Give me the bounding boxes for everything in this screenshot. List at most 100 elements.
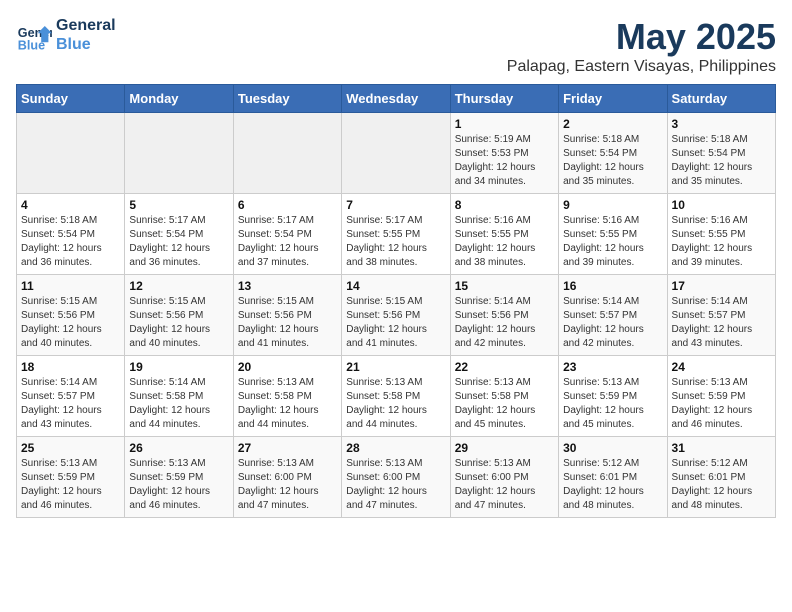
day-cell: 9 Sunrise: 5:16 AMSunset: 5:55 PMDaylight… xyxy=(559,194,667,275)
day-info: Sunrise: 5:12 AMSunset: 6:01 PMDaylight:… xyxy=(563,457,662,513)
day-cell: 10Sunrise: 5:16 AMSunset: 5:55 PMDayligh… xyxy=(667,194,775,275)
week-row-5: 25 Sunrise: 5:13 AMSunset: 5:59 PMDayligh… xyxy=(17,437,776,518)
day-info: Sunrise: 5:13 AMSunset: 5:59 PMDaylight:… xyxy=(672,376,771,432)
day-number: 6 xyxy=(238,198,337,212)
day-cell: 31 Sunrise: 5:12 AMSunset: 6:01 PMDayligh… xyxy=(667,437,775,518)
day-cell: 17 Sunrise: 5:14 AMSunset: 5:57 PMDayligh… xyxy=(667,275,775,356)
day-number: 2 xyxy=(563,117,662,131)
day-cell: 28 Sunrise: 5:13 AMSunset: 6:00 PMDayligh… xyxy=(342,437,450,518)
day-cell: 16 Sunrise: 5:14 AMSunset: 5:57 PMDayligh… xyxy=(559,275,667,356)
day-info: Sunrise: 5:14 AMSunset: 5:57 PMDaylight:… xyxy=(672,295,771,351)
day-info: Sunrise: 5:13 AMSunset: 5:58 PMDaylight:… xyxy=(455,376,554,432)
day-number: 25 xyxy=(21,441,120,455)
day-info: Sunrise: 5:14 AMSunset: 5:57 PMDaylight:… xyxy=(563,295,662,351)
day-info: Sunrise: 5:18 AMSunset: 5:54 PMDaylight:… xyxy=(563,133,662,189)
header: General Blue General Blue May 2025 Palap… xyxy=(16,16,776,76)
day-number: 21 xyxy=(346,360,445,374)
day-number: 9 xyxy=(563,198,662,212)
day-info: Sunrise: 5:16 AMSunset: 5:55 PMDaylight:… xyxy=(455,214,554,270)
weekday-header-wednesday: Wednesday xyxy=(342,85,450,113)
day-number: 14 xyxy=(346,279,445,293)
day-info: Sunrise: 5:17 AMSunset: 5:54 PMDaylight:… xyxy=(238,214,337,270)
day-info: Sunrise: 5:14 AMSunset: 5:57 PMDaylight:… xyxy=(21,376,120,432)
day-cell: 12Sunrise: 5:15 AMSunset: 5:56 PMDayligh… xyxy=(125,275,233,356)
day-number: 4 xyxy=(21,198,120,212)
day-cell: 4 Sunrise: 5:18 AMSunset: 5:54 PMDaylight… xyxy=(17,194,125,275)
day-info: Sunrise: 5:13 AMSunset: 6:00 PMDaylight:… xyxy=(455,457,554,513)
day-info: Sunrise: 5:14 AMSunset: 5:58 PMDaylight:… xyxy=(129,376,228,432)
svg-text:Blue: Blue xyxy=(18,39,45,53)
day-info: Sunrise: 5:16 AMSunset: 5:55 PMDaylight:… xyxy=(563,214,662,270)
day-number: 19 xyxy=(129,360,228,374)
week-row-1: 1 Sunrise: 5:19 AMSunset: 5:53 PMDaylight… xyxy=(17,113,776,194)
day-info: Sunrise: 5:13 AMSunset: 6:00 PMDaylight:… xyxy=(238,457,337,513)
day-info: Sunrise: 5:19 AMSunset: 5:53 PMDaylight:… xyxy=(455,133,554,189)
day-cell xyxy=(233,113,341,194)
day-number: 13 xyxy=(238,279,337,293)
week-row-4: 18 Sunrise: 5:14 AMSunset: 5:57 PMDayligh… xyxy=(17,356,776,437)
day-number: 23 xyxy=(563,360,662,374)
day-cell xyxy=(125,113,233,194)
day-number: 31 xyxy=(672,441,771,455)
day-info: Sunrise: 5:13 AMSunset: 5:58 PMDaylight:… xyxy=(238,376,337,432)
day-cell: 11Sunrise: 5:15 AMSunset: 5:56 PMDayligh… xyxy=(17,275,125,356)
day-cell xyxy=(342,113,450,194)
day-cell: 15 Sunrise: 5:14 AMSunset: 5:56 PMDayligh… xyxy=(450,275,558,356)
day-cell: 24Sunrise: 5:13 AMSunset: 5:59 PMDayligh… xyxy=(667,356,775,437)
day-cell: 20 Sunrise: 5:13 AMSunset: 5:58 PMDayligh… xyxy=(233,356,341,437)
day-number: 8 xyxy=(455,198,554,212)
day-info: Sunrise: 5:14 AMSunset: 5:56 PMDaylight:… xyxy=(455,295,554,351)
day-number: 20 xyxy=(238,360,337,374)
day-cell: 30Sunrise: 5:12 AMSunset: 6:01 PMDayligh… xyxy=(559,437,667,518)
day-info: Sunrise: 5:13 AMSunset: 5:59 PMDaylight:… xyxy=(129,457,228,513)
day-info: Sunrise: 5:15 AMSunset: 5:56 PMDaylight:… xyxy=(129,295,228,351)
day-number: 16 xyxy=(563,279,662,293)
weekday-header-friday: Friday xyxy=(559,85,667,113)
day-number: 27 xyxy=(238,441,337,455)
day-number: 5 xyxy=(129,198,228,212)
page-title: May 2025 xyxy=(507,16,776,58)
logo-line2: Blue xyxy=(56,35,116,54)
day-number: 22 xyxy=(455,360,554,374)
day-cell: 14 Sunrise: 5:15 AMSunset: 5:56 PMDayligh… xyxy=(342,275,450,356)
day-cell: 22 Sunrise: 5:13 AMSunset: 5:58 PMDayligh… xyxy=(450,356,558,437)
day-cell: 2 Sunrise: 5:18 AMSunset: 5:54 PMDaylight… xyxy=(559,113,667,194)
day-info: Sunrise: 5:17 AMSunset: 5:54 PMDaylight:… xyxy=(129,214,228,270)
day-number: 29 xyxy=(455,441,554,455)
day-number: 3 xyxy=(672,117,771,131)
weekday-header-tuesday: Tuesday xyxy=(233,85,341,113)
day-cell: 23Sunrise: 5:13 AMSunset: 5:59 PMDayligh… xyxy=(559,356,667,437)
day-cell: 26 Sunrise: 5:13 AMSunset: 5:59 PMDayligh… xyxy=(125,437,233,518)
day-info: Sunrise: 5:17 AMSunset: 5:55 PMDaylight:… xyxy=(346,214,445,270)
weekday-header-row: SundayMondayTuesdayWednesdayThursdayFrid… xyxy=(17,85,776,113)
page-subtitle: Palapag, Eastern Visayas, Philippines xyxy=(507,58,776,76)
day-number: 28 xyxy=(346,441,445,455)
day-info: Sunrise: 5:18 AMSunset: 5:54 PMDaylight:… xyxy=(672,133,771,189)
logo-icon: General Blue xyxy=(16,17,52,53)
logo-line1: General xyxy=(56,16,116,35)
day-number: 15 xyxy=(455,279,554,293)
day-cell: 25 Sunrise: 5:13 AMSunset: 5:59 PMDayligh… xyxy=(17,437,125,518)
day-cell: 8 Sunrise: 5:16 AMSunset: 5:55 PMDaylight… xyxy=(450,194,558,275)
weekday-header-monday: Monday xyxy=(125,85,233,113)
day-number: 26 xyxy=(129,441,228,455)
day-cell: 7Sunrise: 5:17 AMSunset: 5:55 PMDaylight… xyxy=(342,194,450,275)
day-info: Sunrise: 5:13 AMSunset: 5:58 PMDaylight:… xyxy=(346,376,445,432)
title-area: May 2025 Palapag, Eastern Visayas, Phili… xyxy=(507,16,776,76)
day-info: Sunrise: 5:15 AMSunset: 5:56 PMDaylight:… xyxy=(346,295,445,351)
day-info: Sunrise: 5:12 AMSunset: 6:01 PMDaylight:… xyxy=(672,457,771,513)
day-info: Sunrise: 5:15 AMSunset: 5:56 PMDaylight:… xyxy=(21,295,120,351)
day-number: 17 xyxy=(672,279,771,293)
day-info: Sunrise: 5:13 AMSunset: 5:59 PMDaylight:… xyxy=(21,457,120,513)
day-number: 18 xyxy=(21,360,120,374)
week-row-2: 4 Sunrise: 5:18 AMSunset: 5:54 PMDaylight… xyxy=(17,194,776,275)
day-info: Sunrise: 5:15 AMSunset: 5:56 PMDaylight:… xyxy=(238,295,337,351)
weekday-header-saturday: Saturday xyxy=(667,85,775,113)
day-cell: 19 Sunrise: 5:14 AMSunset: 5:58 PMDayligh… xyxy=(125,356,233,437)
day-cell: 27 Sunrise: 5:13 AMSunset: 6:00 PMDayligh… xyxy=(233,437,341,518)
day-info: Sunrise: 5:18 AMSunset: 5:54 PMDaylight:… xyxy=(21,214,120,270)
day-info: Sunrise: 5:13 AMSunset: 6:00 PMDaylight:… xyxy=(346,457,445,513)
day-cell: 18 Sunrise: 5:14 AMSunset: 5:57 PMDayligh… xyxy=(17,356,125,437)
day-number: 1 xyxy=(455,117,554,131)
day-cell: 29 Sunrise: 5:13 AMSunset: 6:00 PMDayligh… xyxy=(450,437,558,518)
